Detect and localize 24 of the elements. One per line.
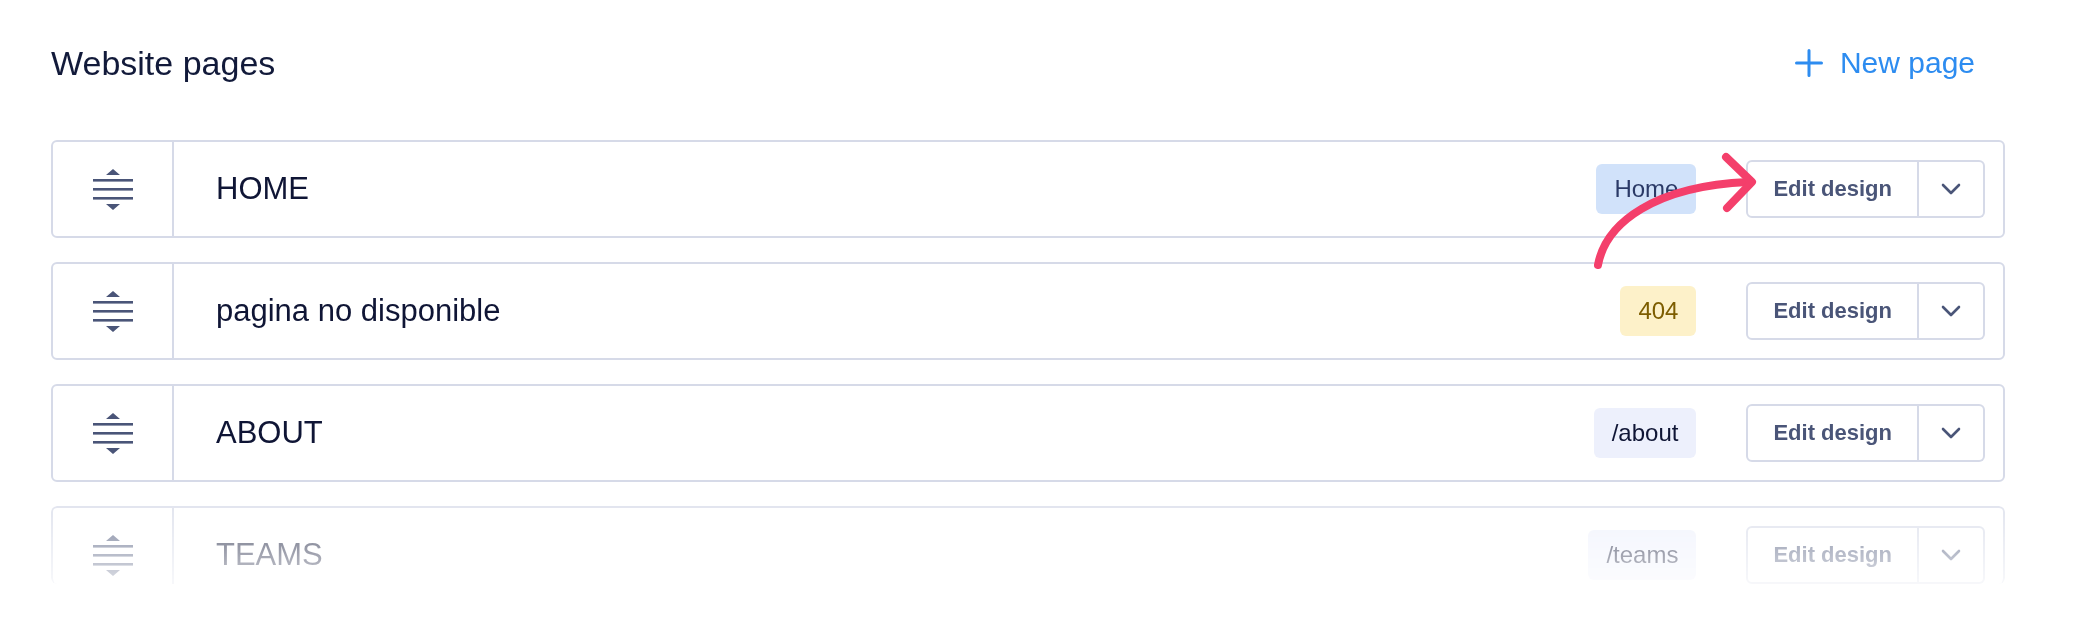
page-tag: /about <box>1593 408 1697 458</box>
dropdown-button[interactable] <box>1919 160 1985 218</box>
page-name: pagina no disponible <box>216 292 502 330</box>
dropdown-button[interactable] <box>1919 526 1985 584</box>
dropdown-button[interactable] <box>1919 404 1985 462</box>
caret-icon <box>1941 427 1961 439</box>
edit-design-button[interactable]: Edit design <box>1746 160 1919 218</box>
drag-handle-icon[interactable] <box>92 413 133 454</box>
caret-icon <box>1941 183 1961 195</box>
page-name: TEAMS <box>216 536 324 574</box>
page-tag: 404 <box>1620 286 1697 336</box>
page-name: ABOUT <box>216 414 324 452</box>
page-tag: /teams <box>1588 530 1697 580</box>
edit-design-button[interactable]: Edit design <box>1746 282 1919 340</box>
plus-icon <box>1794 49 1823 77</box>
page-name: HOME <box>216 170 310 208</box>
caret-icon <box>1941 305 1961 317</box>
edit-design-button[interactable]: Edit design <box>1746 404 1919 462</box>
caret-icon <box>1941 549 1961 561</box>
dropdown-button[interactable] <box>1919 282 1985 340</box>
drag-handle-icon[interactable] <box>92 291 133 332</box>
drag-handle-icon[interactable] <box>92 535 133 576</box>
page-title: Website pages <box>51 43 276 84</box>
drag-handle-icon[interactable] <box>92 169 133 210</box>
